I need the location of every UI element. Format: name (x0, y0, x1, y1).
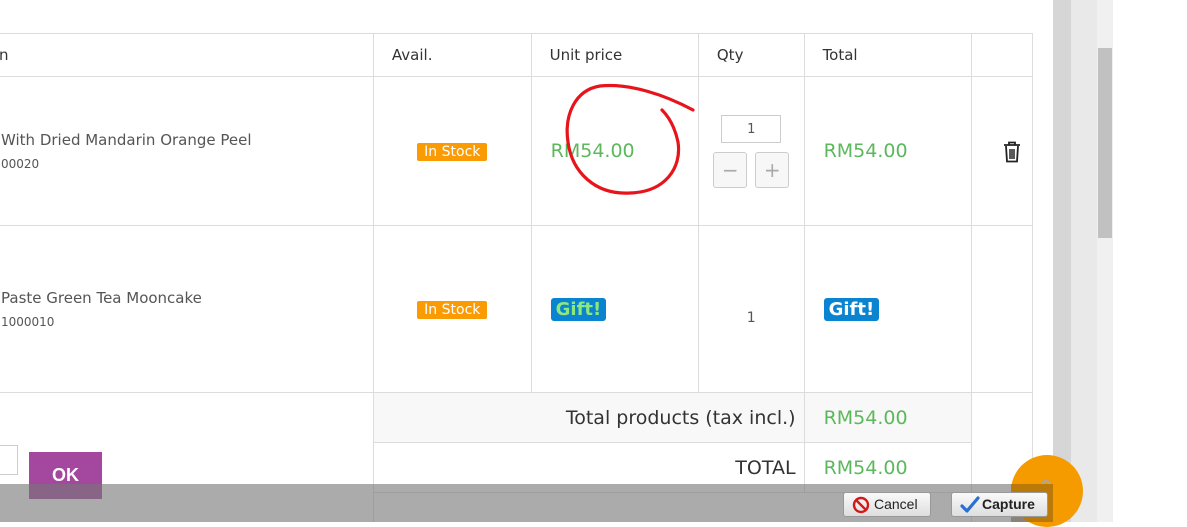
header-unit-price: Unit price (530, 33, 699, 77)
delete-cell (970, 225, 1034, 393)
header-avail: Avail. (372, 33, 532, 77)
gift-badge: Gift! (550, 297, 607, 321)
availability-cell: In Stock (372, 225, 532, 393)
total-products-value: RM54.00 (803, 392, 972, 443)
qty-minus-button[interactable]: − (713, 151, 748, 188)
product-cell: With Dried Mandarin Orange Peel 00020 (0, 76, 374, 226)
cart-table: n Avail. Unit price Qty Total With Dried… (0, 33, 1034, 522)
table-row: With Dried Mandarin Orange Peel 00020 In… (0, 76, 1034, 226)
qty-cell: 1 − + (697, 76, 805, 226)
row-total: RM54.00 (803, 76, 972, 226)
quantity-input[interactable]: 1 (721, 114, 782, 143)
capture-label: Capture (982, 496, 1035, 512)
product-reference: 00020 (1, 157, 40, 171)
summary-row: Total products (tax incl.) RM54.00 (0, 392, 1034, 522)
header-qty: Qty (697, 33, 805, 77)
trash-icon[interactable] (1002, 140, 1022, 164)
header-total: Total (803, 33, 972, 77)
cancel-button[interactable]: Cancel (843, 492, 931, 517)
gift-badge: Gift! (823, 297, 880, 321)
qty-value: 1 (697, 225, 805, 393)
capture-button[interactable]: Capture (951, 492, 1048, 517)
cart-page: n Avail. Unit price Qty Total With Dried… (0, 0, 1053, 522)
product-reference: 1000010 (1, 315, 55, 329)
availability-cell: In Stock (372, 76, 532, 226)
total-cell: Gift! (803, 225, 972, 393)
header-delete (970, 33, 1034, 77)
unit-price-cell: Gift! (530, 225, 699, 393)
in-stock-badge: In Stock (417, 143, 488, 161)
in-stock-badge: In Stock (417, 301, 488, 319)
no-entry-icon (852, 496, 870, 514)
right-pane (1113, 0, 1187, 522)
frame-border (1053, 0, 1071, 522)
product-cell: Paste Green Tea Mooncake 1000010 (0, 225, 374, 393)
header-product: n (0, 33, 374, 77)
frame-border (1071, 0, 1097, 522)
table-row: Paste Green Tea Mooncake 1000010 In Stoc… (0, 225, 1034, 393)
product-name[interactable]: Paste Green Tea Mooncake (1, 289, 373, 307)
checkmark-icon (960, 496, 980, 513)
product-name[interactable]: With Dried Mandarin Orange Peel (1, 131, 373, 149)
unit-price: RM54.00 (530, 76, 699, 226)
voucher-input[interactable] (0, 445, 18, 475)
table-header-row: n Avail. Unit price Qty Total (0, 33, 1034, 77)
scrollbar-thumb[interactable] (1098, 48, 1112, 238)
cancel-label: Cancel (874, 496, 918, 512)
qty-plus-button[interactable]: + (755, 151, 790, 188)
total-products-label: Total products (tax incl.) (372, 392, 805, 443)
